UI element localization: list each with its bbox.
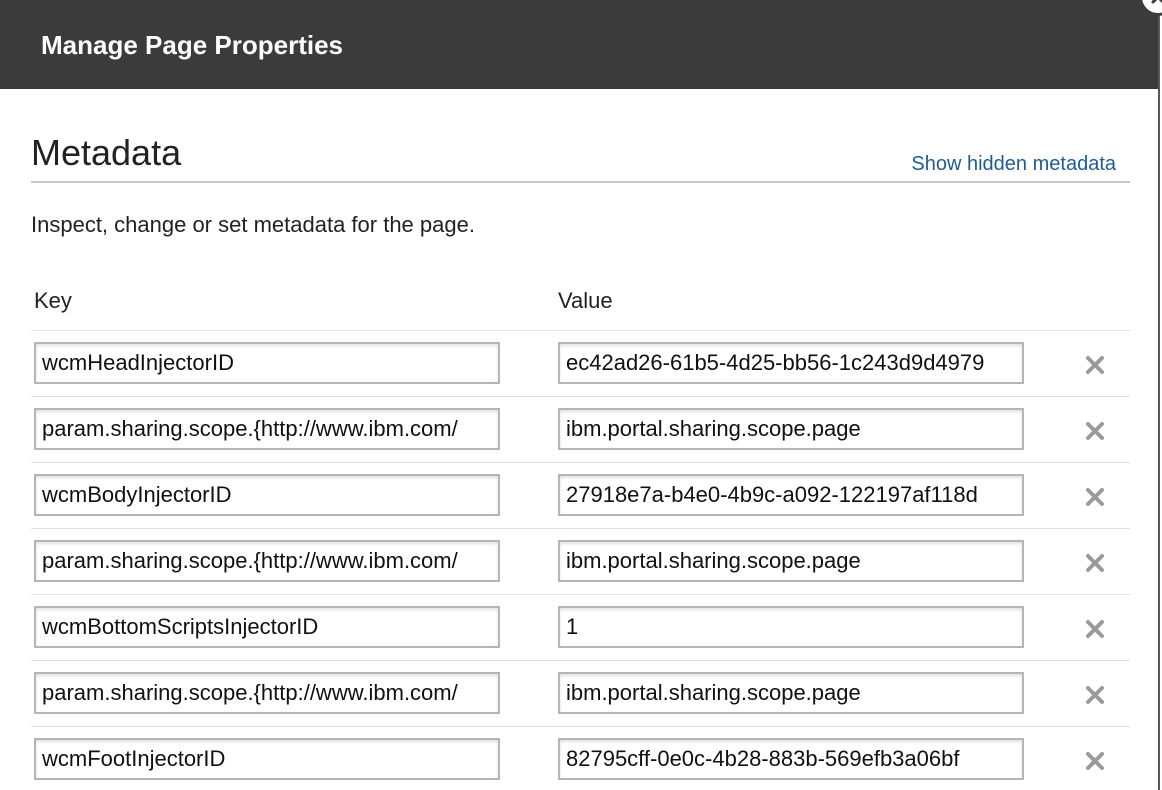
remove-row-button[interactable]	[1085, 553, 1105, 573]
value-column-header: Value	[558, 288, 613, 313]
metadata-key-input[interactable]	[34, 342, 500, 384]
remove-row-button[interactable]	[1085, 421, 1105, 441]
close-icon	[1151, 0, 1162, 4]
metadata-value-input[interactable]	[558, 738, 1024, 780]
dialog-title: Manage Page Properties	[41, 30, 343, 60]
key-column-header: Key	[34, 288, 72, 313]
metadata-value-input[interactable]	[558, 342, 1024, 384]
section-description: Inspect, change or set metadata for the …	[31, 212, 475, 237]
x-icon	[1086, 488, 1104, 506]
remove-row-button[interactable]	[1085, 751, 1105, 771]
metadata-key-input[interactable]	[34, 672, 500, 714]
metadata-value-input[interactable]	[558, 474, 1024, 516]
x-icon	[1086, 356, 1104, 374]
metadata-key-input[interactable]	[34, 540, 500, 582]
x-icon	[1086, 752, 1104, 770]
metadata-value-input[interactable]	[558, 606, 1024, 648]
remove-row-button[interactable]	[1085, 355, 1105, 375]
show-hidden-metadata-link[interactable]: Show hidden metadata	[911, 152, 1116, 176]
metadata-row	[31, 726, 1130, 790]
metadata-value-input[interactable]	[558, 540, 1024, 582]
section-title: Metadata	[31, 132, 182, 173]
x-icon	[1086, 422, 1104, 440]
x-icon	[1086, 554, 1104, 572]
metadata-row	[31, 396, 1130, 462]
metadata-key-input[interactable]	[34, 738, 500, 780]
metadata-row	[31, 462, 1130, 528]
metadata-row	[31, 330, 1130, 396]
x-icon	[1086, 620, 1104, 638]
metadata-value-input[interactable]	[558, 672, 1024, 714]
dialog-titlebar: Manage Page Properties	[0, 0, 1158, 89]
metadata-value-input[interactable]	[558, 408, 1024, 450]
metadata-key-input[interactable]	[34, 408, 500, 450]
remove-row-button[interactable]	[1085, 619, 1105, 639]
metadata-key-input[interactable]	[34, 606, 500, 648]
remove-row-button[interactable]	[1085, 685, 1105, 705]
metadata-table	[31, 330, 1130, 790]
metadata-key-input[interactable]	[34, 474, 500, 516]
x-icon	[1086, 686, 1104, 704]
section-divider	[31, 181, 1130, 183]
metadata-row	[31, 528, 1130, 594]
metadata-row	[31, 660, 1130, 726]
remove-row-button[interactable]	[1085, 487, 1105, 507]
metadata-row	[31, 594, 1130, 660]
manage-page-properties-dialog: Manage Page Properties Metadata Show hid…	[0, 0, 1160, 790]
